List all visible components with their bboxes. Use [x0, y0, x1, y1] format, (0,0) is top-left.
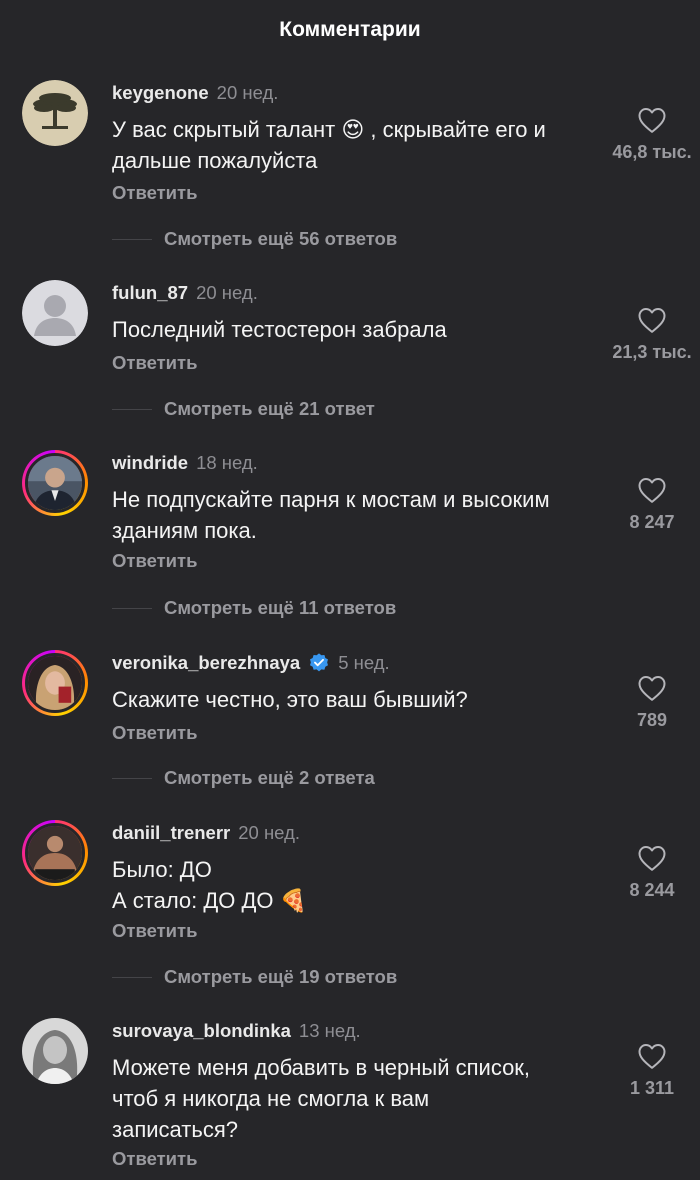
like-count: 1 311 [629, 1078, 675, 1098]
comment-line: дальше пожалуйста [112, 148, 318, 173]
view-replies-label[interactable]: Смотреть ещё 19 ответов [164, 966, 397, 988]
reply-button[interactable]: Ответить [112, 1148, 198, 1170]
user-avatar[interactable] [22, 80, 88, 146]
comment-item: fulun_87 20 нед. Последний тестостерон з… [0, 280, 700, 430]
comment-meta: fulun_87 20 нед. [112, 280, 258, 306]
like-count: 46,8 тыс. [612, 142, 692, 162]
user-avatar[interactable] [22, 1018, 88, 1084]
view-replies[interactable]: Смотреть ещё 2 ответа [112, 767, 375, 789]
heart-eyes-emoji: 😍 [341, 117, 365, 142]
view-replies[interactable]: Смотреть ещё 21 ответ [112, 398, 375, 420]
comment-meta: surovaya_blondinka 13 нед. [112, 1018, 361, 1044]
user-avatar[interactable] [22, 280, 88, 346]
reply-button[interactable]: Ответить [112, 722, 198, 744]
view-replies-label[interactable]: Смотреть ещё 2 ответа [164, 767, 375, 789]
divider-line [112, 607, 152, 609]
comment-line: чтоб я никогда не смогла к вам [112, 1086, 430, 1111]
default-avatar-icon [22, 280, 88, 346]
comment-text: Можете меня добавить в черный список, чт… [112, 1052, 602, 1145]
comment-line: , скрывайте его и [370, 117, 546, 142]
like-button[interactable]: 46,8 тыс. [600, 106, 700, 163]
comment-line: записаться? [112, 1117, 238, 1142]
heart-outline-icon [638, 308, 666, 333]
like-button[interactable]: 789 [600, 674, 700, 731]
heart-outline-icon [638, 846, 666, 871]
divider-line [112, 238, 152, 240]
comment-text: Было: ДО А стало: ДО ДО 🍕 [112, 854, 602, 916]
username[interactable]: daniil_trenerr [112, 822, 230, 844]
comment-line: А стало: ДО ДО [112, 888, 274, 913]
comment-line: Можете меня добавить в черный список, [112, 1055, 531, 1080]
like-count: 21,3 тыс. [612, 342, 692, 362]
divider-line [112, 976, 152, 978]
heart-outline-icon [638, 108, 666, 133]
tree-avatar-icon [22, 80, 88, 146]
user-avatar[interactable] [22, 450, 88, 516]
comment-time: 5 нед. [338, 652, 390, 673]
view-replies-label[interactable]: Смотреть ещё 11 ответов [164, 597, 396, 619]
comment-line: зданиям пока. [112, 518, 257, 543]
comment-meta: veronika_berezhnaya 5 нед. [112, 650, 390, 676]
username[interactable]: surovaya_blondinka [112, 1020, 291, 1042]
username[interactable]: veronika_berezhnaya [112, 652, 300, 674]
divider-line [112, 777, 152, 779]
comment-text: Скажите честно, это ваш бывший? [112, 684, 602, 715]
reply-button[interactable]: Ответить [112, 920, 198, 942]
comment-item: daniil_trenerr 20 нед. Было: ДО А стало:… [0, 820, 700, 990]
heart-outline-icon [638, 676, 666, 701]
comment-meta: daniil_trenerr 20 нед. [112, 820, 300, 846]
comment-item: surovaya_blondinka 13 нед. Можете меня д… [0, 1018, 700, 1178]
user-avatar[interactable] [22, 820, 88, 886]
like-count: 8 244 [629, 880, 675, 900]
reply-button[interactable]: Ответить [112, 550, 198, 572]
comment-time: 20 нед. [216, 82, 279, 103]
athlete-avatar-icon [28, 826, 82, 880]
comment-text: У вас скрытый талант 😍 , скрывайте его и… [112, 114, 602, 176]
comment-item: windride 18 нед. Не подпускайте парня к … [0, 450, 700, 620]
comment-time: 13 нед. [298, 1020, 361, 1041]
portrait-avatar-icon [22, 1018, 88, 1084]
comment-time: 20 нед. [196, 282, 258, 303]
comment-meta: windride 18 нед. [112, 450, 258, 476]
like-button[interactable]: 1 311 [600, 1042, 700, 1099]
comment-line: У вас скрытый талант [112, 117, 336, 142]
comment-item: veronika_berezhnaya 5 нед. Скажите честн… [0, 650, 700, 800]
view-replies[interactable]: Смотреть ещё 56 ответов [112, 228, 397, 250]
comment-line: Было: ДО [112, 857, 212, 882]
comments-header: Комментарии [0, 0, 700, 60]
username[interactable]: fulun_87 [112, 282, 188, 304]
like-button[interactable]: 8 247 [600, 476, 700, 533]
divider-line [112, 408, 152, 410]
username[interactable]: keygenone [112, 82, 209, 104]
comment-time: 20 нед. [238, 822, 301, 843]
like-button[interactable]: 8 244 [600, 844, 700, 901]
view-replies-label[interactable]: Смотреть ещё 21 ответ [164, 398, 375, 420]
user-avatar[interactable] [22, 650, 88, 716]
view-replies[interactable]: Смотреть ещё 11 ответов [112, 597, 396, 619]
reply-button[interactable]: Ответить [112, 352, 198, 374]
view-replies[interactable]: Смотреть ещё 19 ответов [112, 966, 397, 988]
view-replies-label[interactable]: Смотреть ещё 56 ответов [164, 228, 397, 250]
verified-badge-icon [310, 653, 329, 672]
like-count: 8 247 [629, 512, 675, 532]
comment-line: Не подпускайте парня к мостам и высоким [112, 487, 550, 512]
heart-outline-icon [638, 478, 666, 503]
man-avatar-icon [28, 456, 82, 510]
username[interactable]: windride [112, 452, 188, 474]
like-count: 789 [636, 710, 668, 730]
reply-button[interactable]: Ответить [112, 182, 198, 204]
like-button[interactable]: 21,3 тыс. [600, 306, 700, 363]
comment-text: Последний тестостерон забрала [112, 314, 602, 345]
heart-outline-icon [638, 1044, 666, 1069]
page-title: Комментарии [279, 18, 421, 41]
comment-text: Не подпускайте парня к мостам и высоким … [112, 484, 602, 546]
comment-meta: keygenone 20 нед. [112, 80, 278, 106]
comment-time: 18 нед. [196, 452, 258, 473]
comment-line: Последний тестостерон забрала [112, 317, 447, 342]
pizza-emoji: 🍕 [279, 888, 308, 913]
comment-item: keygenone 20 нед. У вас скрытый талант 😍… [0, 80, 700, 260]
comment-line: Скажите честно, это ваш бывший? [112, 687, 468, 712]
woman-avatar-icon [28, 656, 82, 710]
